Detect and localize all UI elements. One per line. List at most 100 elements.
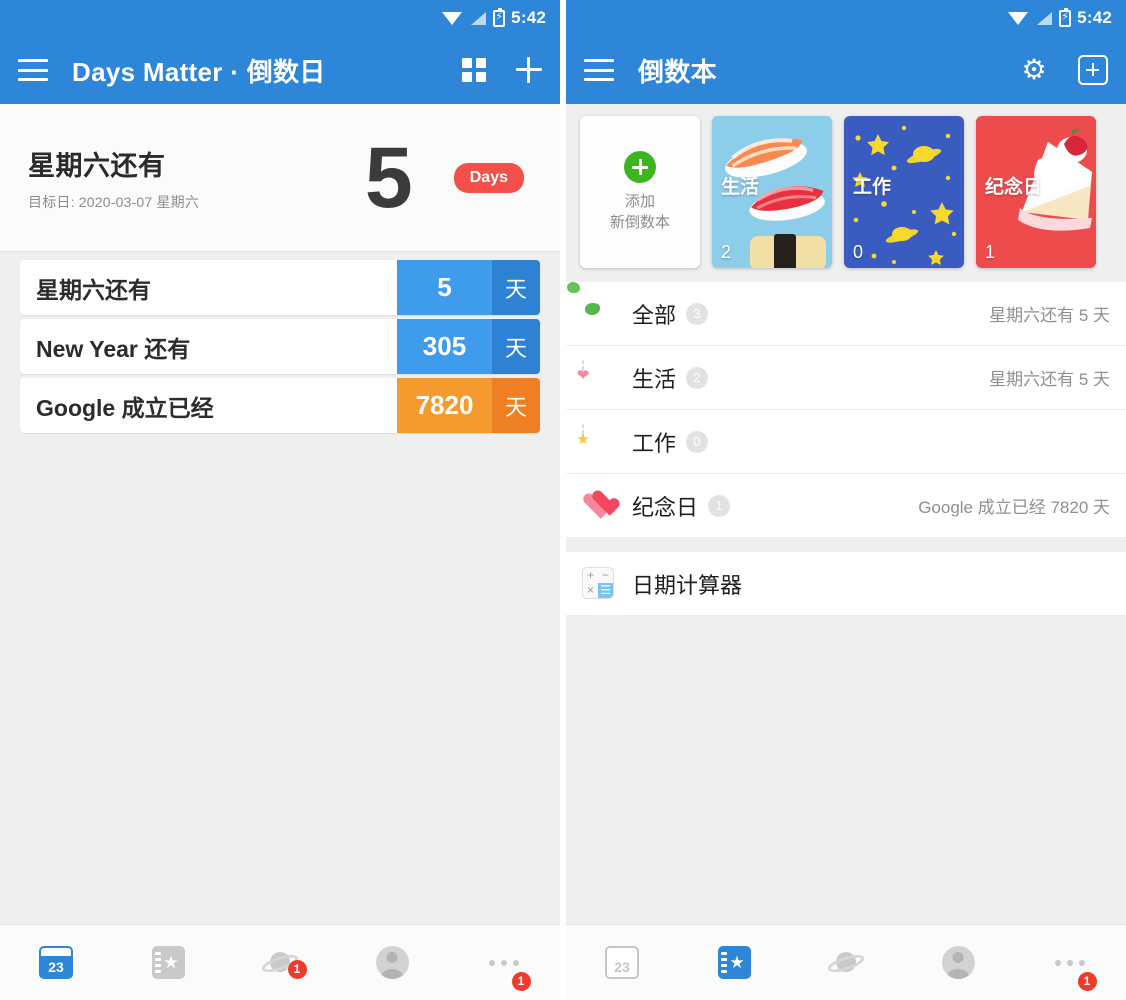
- app-bar-left: Days Matter · 倒数日: [0, 36, 560, 104]
- list-item-label: 纪念日: [632, 494, 699, 520]
- notebook-card-life[interactable]: 生活 2: [712, 116, 832, 268]
- hearts-icon: [582, 489, 616, 523]
- wifi-icon: [442, 11, 463, 26]
- nav-item-calendar[interactable]: 23: [566, 946, 678, 979]
- hero-unit-badge: Days: [453, 162, 524, 193]
- page-title: Days Matter · 倒数日: [72, 56, 326, 87]
- calendar-star-icon: ★: [576, 423, 616, 459]
- notebook-card-title: 纪念日: [985, 177, 1043, 198]
- list-item-label: 工作: [632, 430, 677, 456]
- status-bar-right: 5:42: [566, 0, 1126, 36]
- avatar: [941, 946, 975, 979]
- grid-view-icon[interactable]: [462, 58, 486, 82]
- notebook-card-anniversary[interactable]: 纪念日 1: [976, 116, 1096, 268]
- planet-icon: [825, 948, 867, 978]
- nav-item-more[interactable]: 1: [448, 959, 560, 991]
- list-item-work[interactable]: ★ 工作 0: [566, 410, 1126, 474]
- status-bar-left: 5:42: [0, 0, 560, 36]
- list-item-anniversary[interactable]: 纪念日 1 Google 成立已经 7820 天: [566, 474, 1126, 538]
- event-list: 星期六还有 5 天 New Year 还有 305 天 Google 成立已经: [0, 252, 560, 433]
- boxed-plus-icon[interactable]: [1078, 55, 1108, 85]
- empty-area: [566, 616, 1126, 924]
- hero-subtitle: 目标日: 2020-03-07 星期六: [28, 193, 200, 210]
- add-label-line1: 添加: [624, 193, 655, 210]
- calendar-icon-day: 23: [607, 956, 637, 977]
- section-divider: [566, 538, 1126, 552]
- signal-icon: [469, 11, 487, 26]
- nav-item-planet[interactable]: 1: [224, 948, 336, 979]
- calendar-icon-day: 23: [41, 956, 71, 977]
- table-row[interactable]: Google 成立已经 7820 天: [20, 378, 540, 433]
- calendar-icon: 23: [39, 946, 73, 979]
- list-item-count: 3: [686, 302, 709, 325]
- event-value: 305: [397, 319, 492, 374]
- more-dots-icon: [489, 959, 519, 966]
- calculator-icon: + − × ☰: [582, 566, 616, 601]
- calendar-icon: 23: [605, 946, 639, 979]
- event-value: 5: [397, 260, 492, 315]
- globe-icon: [582, 297, 616, 331]
- list-item-label: 生活: [632, 366, 677, 392]
- notebook-star-icon: ★: [151, 946, 185, 979]
- plus-icon[interactable]: [516, 57, 542, 83]
- nav-item-calendar[interactable]: 23: [0, 946, 112, 979]
- nav-item-more[interactable]: 1: [1014, 959, 1126, 991]
- list-item-trailing: Google 成立已经 7820 天: [918, 498, 1110, 517]
- notebook-card-title: 工作: [853, 177, 892, 198]
- status-badge: 1: [511, 971, 531, 991]
- avatar: [375, 946, 409, 979]
- notebook-card-count: 0: [853, 242, 864, 262]
- event-unit: 天: [492, 260, 540, 315]
- add-notebook-label: 添加 新倒数本: [610, 191, 670, 233]
- event-badge: 7820 天: [397, 378, 540, 433]
- event-name: Google 成立已经: [36, 394, 214, 421]
- event-value: 7820: [397, 378, 492, 433]
- add-label-line2: 新倒数本: [609, 214, 670, 231]
- nav-item-planet[interactable]: [790, 948, 902, 978]
- wifi-icon: [1008, 11, 1029, 26]
- list-item-life[interactable]: ❤ 生活 2 星期六还有 5 天: [566, 346, 1126, 410]
- list-item-trailing: 星期六还有 5 天: [989, 370, 1110, 389]
- battery-charging-icon: [1059, 7, 1072, 27]
- right-body: 添加 新倒数本 生活 2 工作 0 纪念日 1 全部 3 星期六还有 5 天 生…: [566, 104, 1126, 924]
- more-dots-icon: [1055, 959, 1085, 966]
- hamburger-icon[interactable]: [584, 59, 614, 81]
- nav-item-profile[interactable]: [336, 946, 448, 979]
- hero-day-count: 5: [364, 129, 413, 226]
- calendar-heart-icon: ❤: [577, 359, 616, 395]
- plus-circle-icon: [624, 151, 656, 183]
- hamburger-icon[interactable]: [18, 59, 48, 81]
- bottom-nav-left: 23 ★ 1 1: [0, 924, 560, 1000]
- table-row[interactable]: 星期六还有 5 天: [20, 260, 540, 315]
- app-bar-right: 倒数本 ⚙: [566, 36, 1126, 104]
- status-badge: 1: [287, 959, 307, 979]
- left-body: 星期六还有 目标日: 2020-03-07 星期六 5 Days 星期六还有 5…: [0, 104, 560, 924]
- table-row[interactable]: New Year 还有 305 天: [20, 319, 540, 374]
- notebook-card-work[interactable]: 工作 0: [844, 116, 964, 268]
- notebook-card-count: 2: [721, 242, 732, 262]
- notebook-card-count: 1: [985, 242, 996, 262]
- status-time-right: 5:42: [1077, 8, 1112, 27]
- nav-item-notebook[interactable]: ★: [678, 946, 790, 979]
- status-time-left: 5:42: [511, 8, 546, 27]
- list-item-count: 0: [686, 430, 709, 453]
- list-item-trailing: 星期六还有 5 天: [989, 306, 1110, 325]
- app-bar-actions-left: [462, 57, 542, 83]
- event-name: New Year 还有: [36, 335, 191, 362]
- signal-icon: [1035, 11, 1053, 26]
- hero-text: 星期六还有 目标日: 2020-03-07 星期六: [28, 144, 365, 212]
- right-screen: 5:42 倒数本 ⚙ 添加 新倒数本: [566, 0, 1126, 1000]
- notebook-card-title: 生活: [721, 177, 760, 198]
- list-item-all[interactable]: 全部 3 星期六还有 5 天: [566, 282, 1126, 346]
- tools-list: + − × ☰ 日期计算器: [566, 552, 1126, 616]
- hero-event-card[interactable]: 星期六还有 目标日: 2020-03-07 星期六 5 Days: [0, 104, 560, 252]
- page-title: 倒数本: [638, 56, 717, 87]
- app-bar-actions-right: ⚙: [1020, 55, 1108, 85]
- gear-icon[interactable]: ⚙: [1020, 56, 1048, 84]
- battery-charging-icon: [493, 7, 506, 27]
- list-item-date-calculator[interactable]: + − × ☰ 日期计算器: [566, 552, 1126, 616]
- nav-item-notebook[interactable]: ★: [112, 946, 224, 979]
- nav-item-profile[interactable]: [902, 946, 1014, 979]
- status-icons-right: [1008, 7, 1072, 27]
- add-notebook-card[interactable]: 添加 新倒数本: [580, 116, 700, 268]
